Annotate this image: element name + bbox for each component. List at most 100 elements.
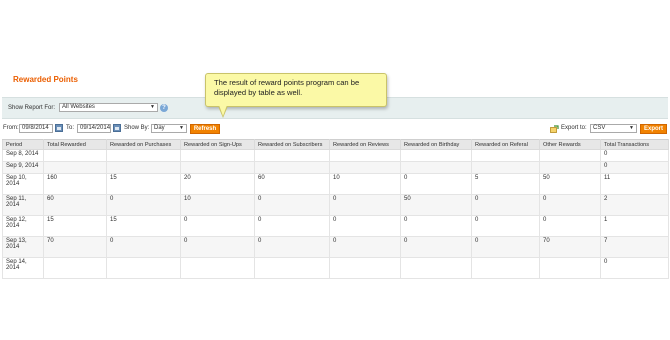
table-cell: 0 (539, 215, 601, 237)
table-cell (254, 149, 330, 162)
show-by-label: Show By: (124, 125, 150, 131)
table-cell (43, 149, 107, 162)
table-cell (106, 149, 181, 162)
table-cell: 0 (180, 215, 255, 237)
refresh-button[interactable]: Refresh (190, 124, 220, 134)
table-cell: Sep 8, 2014 (2, 149, 44, 162)
to-date-input[interactable]: 09/14/2014 (77, 124, 111, 133)
from-label: From: (3, 125, 19, 131)
from-date-input[interactable]: 09/8/2014 (19, 124, 53, 133)
show-report-for-label: Show Report For: (8, 105, 56, 111)
help-icon[interactable]: ? (160, 104, 168, 112)
show-by-select[interactable]: Day ▼ (151, 124, 187, 133)
table-cell: 0 (400, 215, 472, 237)
table-cell: 0 (600, 257, 669, 279)
table-cell: 0 (254, 194, 330, 216)
table-row: Sep 12, 2014 15 15 0 0 0 0 0 0 1 (2, 215, 669, 237)
table-cell (180, 149, 255, 162)
table-cell (43, 161, 107, 174)
table-cell (400, 257, 472, 279)
table-cell: 10 (180, 194, 255, 216)
table-cell: Sep 11, 2014 (2, 194, 44, 216)
table-cell (329, 257, 401, 279)
table-cell: 10 (329, 173, 401, 195)
table-cell: 70 (43, 236, 107, 258)
table-cell (539, 149, 601, 162)
table-row: Sep 11, 2014 60 0 10 0 0 50 0 0 2 (2, 194, 669, 216)
column-header-rewarded-signups[interactable]: Rewarded on Sign-Ups (180, 139, 255, 150)
table-cell: Sep 14, 2014 (2, 257, 44, 279)
table-cell: 20 (180, 173, 255, 195)
table-cell: Sep 10, 2014 (2, 173, 44, 195)
table-cell: 0 (329, 236, 401, 258)
calendar-icon[interactable] (113, 124, 121, 132)
column-header-total-transactions[interactable]: Total Transactions (600, 139, 669, 150)
table-cell: 0 (471, 194, 540, 216)
table-cell: 0 (106, 194, 181, 216)
table-cell (329, 149, 401, 162)
table-cell: 160 (43, 173, 107, 195)
chevron-down-icon: ▼ (150, 104, 155, 110)
table-cell: 0 (329, 194, 401, 216)
table-cell (539, 161, 601, 174)
table-cell: 50 (539, 173, 601, 195)
table-cell: Sep 12, 2014 (2, 215, 44, 237)
table-cell: 0 (471, 236, 540, 258)
column-header-rewarded-subscribers[interactable]: Rewarded on Subscribers (254, 139, 330, 150)
column-header-rewarded-reviews[interactable]: Rewarded on Reviews (329, 139, 401, 150)
table-row: Sep 9, 2014 0 (2, 161, 669, 174)
column-header-other-rewards[interactable]: Other Rewards (539, 139, 601, 150)
table-cell: 60 (254, 173, 330, 195)
export-icon (550, 125, 559, 133)
table-cell: 0 (254, 236, 330, 258)
table-cell (43, 257, 107, 279)
table-cell: 0 (180, 236, 255, 258)
to-label: To: (66, 125, 75, 131)
table-cell (471, 161, 540, 174)
table-cell: Sep 13, 2014 (2, 236, 44, 258)
table-cell: 70 (539, 236, 601, 258)
table-cell (180, 257, 255, 279)
table-cell: 15 (106, 215, 181, 237)
export-button[interactable]: Export (640, 124, 667, 134)
table-cell: 0 (539, 194, 601, 216)
table-cell: 0 (400, 236, 472, 258)
table-row: Sep 14, 2014 0 (2, 257, 669, 279)
export-label: Export to: (561, 125, 587, 131)
column-header-rewarded-birthday[interactable]: Rewarded on Birthday (400, 139, 472, 150)
table-cell (471, 149, 540, 162)
column-header-rewarded-referal[interactable]: Rewarded on Referal (471, 139, 540, 150)
table-cell (539, 257, 601, 279)
table-cell: 0 (600, 149, 669, 162)
table-cell (254, 161, 330, 174)
table-cell: 60 (43, 194, 107, 216)
table-row: Sep 13, 2014 70 0 0 0 0 0 0 70 7 (2, 236, 669, 258)
table-cell (400, 149, 472, 162)
website-select[interactable]: All Websites ▼ (59, 103, 158, 112)
table-cell (106, 257, 181, 279)
table-cell (180, 161, 255, 174)
table-cell: 11 (600, 173, 669, 195)
table-cell (329, 161, 401, 174)
column-header-period[interactable]: Period (2, 139, 44, 150)
table-cell: 0 (106, 236, 181, 258)
page-title: Rewarded Points (13, 75, 78, 84)
table-row: Sep 8, 2014 0 (2, 149, 669, 162)
show-by-select-value: Day (154, 125, 165, 131)
table-row: Sep 10, 2014 160 15 20 60 10 0 5 50 11 (2, 173, 669, 195)
table-cell (400, 161, 472, 174)
column-header-rewarded-purchases[interactable]: Rewarded on Purchases (106, 139, 181, 150)
tooltip-callout: The result of reward points program can … (205, 73, 387, 107)
calendar-icon[interactable] (55, 124, 63, 132)
chevron-down-icon: ▼ (629, 125, 634, 131)
table-cell: 2 (600, 194, 669, 216)
report-grid: Period Total Rewarded Rewarded on Purcha… (2, 139, 669, 279)
table-cell (106, 161, 181, 174)
table-cell: 0 (254, 215, 330, 237)
table-cell: 50 (400, 194, 472, 216)
export-format-select[interactable]: CSV ▼ (590, 124, 637, 133)
export-format-value: CSV (593, 125, 606, 131)
column-header-total-rewarded[interactable]: Total Rewarded (43, 139, 107, 150)
table-cell: 0 (600, 161, 669, 174)
table-cell: 7 (600, 236, 669, 258)
